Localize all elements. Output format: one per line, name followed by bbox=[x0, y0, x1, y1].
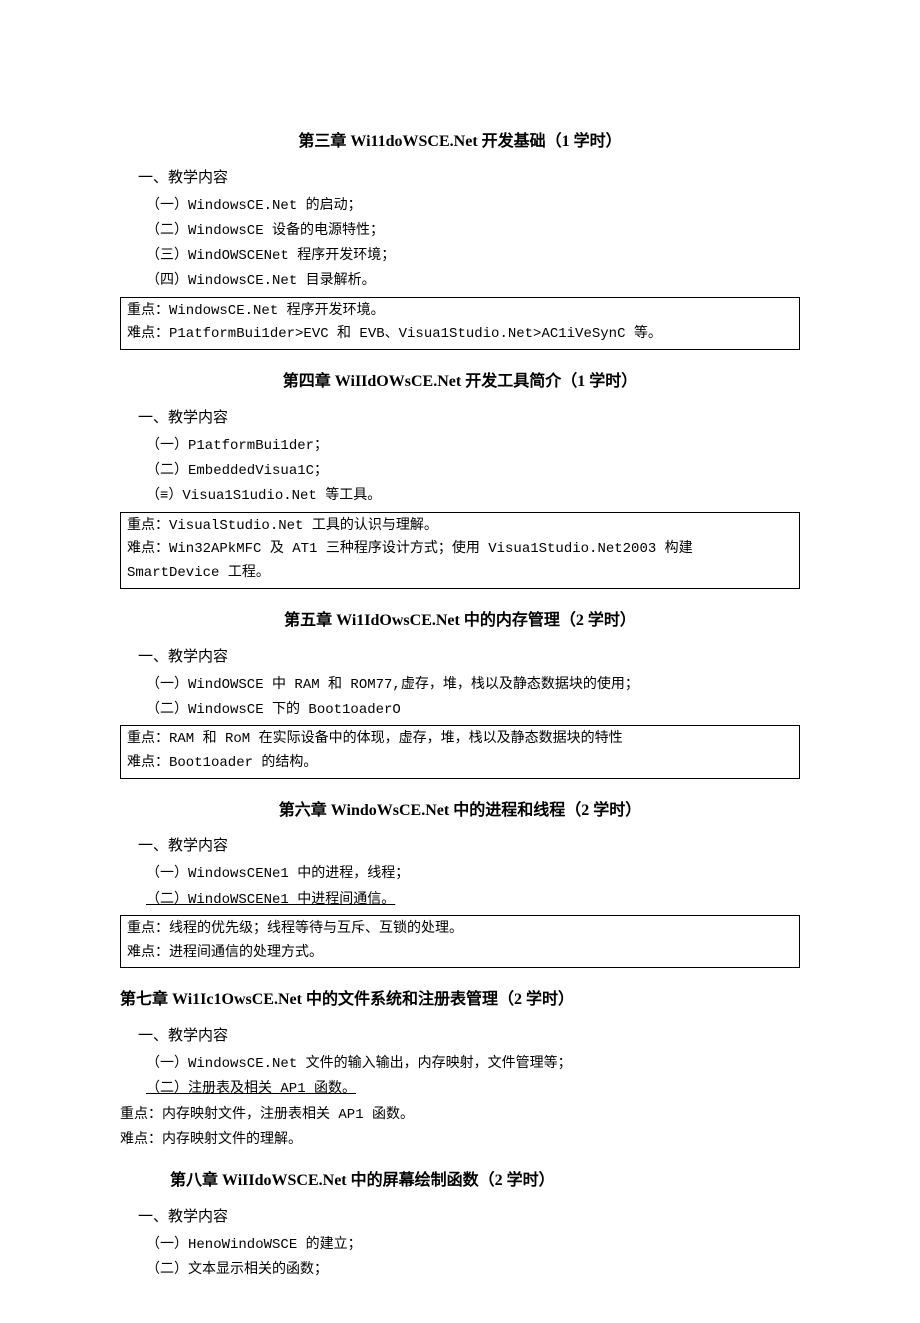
ch6-notes-box: 重点：线程的优先级；线程等待与互斥、互锁的处理。 难点：进程间通信的处理方式。 bbox=[120, 915, 800, 969]
ch6-item-underline: （二）WindoWSCENe1 中进程间通信。 bbox=[146, 888, 800, 913]
ch3-item: （二）WindowsCE 设备的电源特性； bbox=[146, 219, 800, 244]
ch3-difficulty: 难点：P1atformBui1der>EVC 和 EVB、Visua1Studi… bbox=[127, 323, 793, 347]
ch4-item: （二）EmbeddedVisua1C； bbox=[146, 459, 800, 484]
title-post: 中的进程和线程（2 学时） bbox=[449, 802, 641, 819]
chapter-6-title: 第六章 WindoWsCE.Net 中的进程和线程（2 学时） bbox=[120, 797, 800, 826]
title-kw: WindoWsCE.Net bbox=[331, 802, 449, 819]
title-kw: Wi1IdOwsCE.Net bbox=[336, 612, 460, 629]
ch7-section-head: 一、教学内容 bbox=[138, 1023, 800, 1050]
title-post: 中的屏幕绘制函数（2 学时） bbox=[347, 1172, 555, 1189]
ch3-item: （四）WindowsCE.Net 目录解析。 bbox=[146, 269, 800, 294]
chapter-3-title: 第三章 Wi11doWSCE.Net 开发基础（1 学时） bbox=[120, 128, 800, 157]
ch3-item: （三）WindOWSCENet 程序开发环境； bbox=[146, 244, 800, 269]
ch4-item: （一）P1atformBui1der； bbox=[146, 434, 800, 459]
ch5-difficulty: 难点：Boot1oader 的结构。 bbox=[127, 752, 793, 776]
ch4-difficulty: 难点：Win32APkMFC 及 AT1 三种程序设计方式；使用 Visua1S… bbox=[127, 538, 793, 586]
title-kw: WiIIdOWsCE.Net bbox=[335, 373, 461, 390]
title-post: 中的文件系统和注册表管理（2 学时） bbox=[302, 991, 574, 1008]
ch6-key-point: 重点：线程的优先级；线程等待与互斥、互锁的处理。 bbox=[127, 918, 793, 942]
ch4-key-point: 重点：VisualStudio.Net 工具的认识与理解。 bbox=[127, 515, 793, 539]
chapter-7-title: 第七章 Wi1Ic1OwsCE.Net 中的文件系统和注册表管理（2 学时） bbox=[120, 986, 800, 1015]
title-post: 开发基础（1 学时） bbox=[478, 133, 622, 150]
title-post: 开发工具简介（1 学时） bbox=[461, 373, 637, 390]
ch8-item: （二）文本显示相关的函数； bbox=[146, 1258, 800, 1283]
title-pre: 第七章 bbox=[120, 991, 172, 1008]
ch7-key-point: 重点：内存映射文件，注册表相关 AP1 函数。 bbox=[120, 1103, 800, 1128]
ch6-difficulty: 难点：进程间通信的处理方式。 bbox=[127, 942, 793, 966]
chapter-4-title: 第四章 WiIIdOWsCE.Net 开发工具简介（1 学时） bbox=[120, 368, 800, 397]
ch4-notes-box: 重点：VisualStudio.Net 工具的认识与理解。 难点：Win32AP… bbox=[120, 512, 800, 589]
ch5-item: （二）WindowsCE 下的 Boot1oaderO bbox=[146, 698, 800, 723]
ch5-item: （一）WindOWSCE 中 RAM 和 ROM77,虚存，堆，栈以及静态数据块… bbox=[146, 673, 800, 698]
chapter-5-title: 第五章 Wi1IdOwsCE.Net 中的内存管理（2 学时） bbox=[120, 607, 800, 636]
ch3-section-head: 一、教学内容 bbox=[138, 165, 800, 192]
ch3-key-point: 重点：WindowsCE.Net 程序开发环境。 bbox=[127, 300, 793, 324]
ch5-notes-box: 重点：RAM 和 RoM 在实际设备中的体现，虚存，堆，栈以及静态数据块的特性 … bbox=[120, 725, 800, 779]
chapter-8-title: 第八章 WiIIdoWSCE.Net 中的屏幕绘制函数（2 学时） bbox=[170, 1167, 800, 1196]
ch5-section-head: 一、教学内容 bbox=[138, 644, 800, 671]
title-pre: 第四章 bbox=[283, 373, 335, 390]
ch3-item: （一）WindowsCE.Net 的启动； bbox=[146, 194, 800, 219]
title-pre: 第三章 bbox=[298, 133, 350, 150]
ch6-item: （一）WindowsCENe1 中的进程，线程； bbox=[146, 862, 800, 887]
ch4-section-head: 一、教学内容 bbox=[138, 405, 800, 432]
ch3-notes-box: 重点：WindowsCE.Net 程序开发环境。 难点：P1atformBui1… bbox=[120, 297, 800, 351]
ch7-item: （一）WindowsCE.Net 文件的输入输出，内存映射，文件管理等； bbox=[146, 1052, 800, 1077]
ch6-section-head: 一、教学内容 bbox=[138, 833, 800, 860]
ch4-item: （≡）Visua1S1udio.Net 等工具。 bbox=[146, 484, 800, 509]
ch5-key-point: 重点：RAM 和 RoM 在实际设备中的体现，虚存，堆，栈以及静态数据块的特性 bbox=[127, 728, 793, 752]
title-kw: WiIIdoWSCE.Net bbox=[222, 1172, 347, 1189]
title-pre: 第五章 bbox=[284, 612, 336, 629]
ch8-section-head: 一、教学内容 bbox=[138, 1204, 800, 1231]
title-pre: 第八章 bbox=[170, 1172, 222, 1189]
title-kw: Wi1Ic1OwsCE.Net bbox=[172, 991, 302, 1008]
title-post: 中的内存管理（2 学时） bbox=[460, 612, 636, 629]
ch8-item: （一）HenoWindoWSCE 的建立； bbox=[146, 1233, 800, 1258]
ch7-item-underline: （二）注册表及相关 AP1 函数。 bbox=[146, 1077, 800, 1102]
ch7-difficulty: 难点：内存映射文件的理解。 bbox=[120, 1128, 800, 1153]
title-pre: 第六章 bbox=[279, 802, 331, 819]
title-kw: Wi11doWSCE.Net bbox=[350, 133, 477, 150]
